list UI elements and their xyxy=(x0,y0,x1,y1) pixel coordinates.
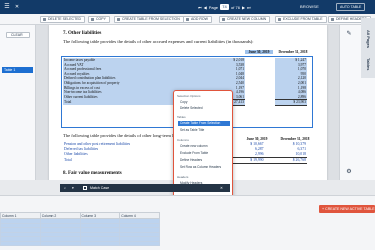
exclude-icon xyxy=(278,18,281,21)
right-tab[interactable]: All Pages Tables xyxy=(361,18,375,78)
delete-selected-label: DELETE SELECTED xyxy=(48,17,82,21)
close-search-icon[interactable]: ✕ xyxy=(220,184,223,192)
grid-row[interactable] xyxy=(0,240,160,246)
table2-col2-header: December 31, 2018 xyxy=(280,137,310,141)
search-icon[interactable]: ⌕ xyxy=(64,184,66,192)
ctx-delete-selected[interactable]: Delete Selected xyxy=(178,106,230,111)
ctx-create-column[interactable]: Create new column xyxy=(178,144,230,149)
headers-icon xyxy=(331,18,334,21)
table1-col1-header: June 30, 2019 xyxy=(245,50,273,54)
page-label: Page xyxy=(208,4,219,10)
ctx-set-table-title[interactable]: Set as Table Title xyxy=(178,128,230,133)
section-heading-8: 8. Fair value measurements xyxy=(63,171,122,176)
section-heading-7: 7. Other liabilities xyxy=(63,31,102,36)
paragraph-other-liabilities: The following table provides the details… xyxy=(63,39,254,44)
toolbar: DELETE SELECTED COPY CREATE TABLE FROM S… xyxy=(0,14,375,25)
row-value-2018: $ 26,768 xyxy=(264,157,307,164)
table-extraction-app: ☰ ✕ ⏮ ◀ Page 74 of 76 ▶ ⏭ BROWSE AUTO TA… xyxy=(0,0,375,250)
ctx-section-tables: Tables xyxy=(177,115,186,119)
ctx-set-row-headers[interactable]: Set Row as Column Headers xyxy=(178,165,230,170)
next-page-icon[interactable]: ▶ xyxy=(242,5,245,10)
settings-icon[interactable]: ⚙ xyxy=(345,168,353,176)
exclude-label: EXCLUDE FROM TABLE xyxy=(283,17,323,21)
add-row-button[interactable]: ADD ROW xyxy=(183,16,212,23)
ctx-section-headers: Headers xyxy=(177,175,189,179)
create-table-button[interactable]: CREATE TABLE FROM SELECTION xyxy=(114,16,184,23)
add-row-icon xyxy=(186,18,189,21)
menu-icon[interactable]: ☰ xyxy=(4,4,10,10)
create-column-label: CREATE NEW COLUMN xyxy=(227,17,267,21)
grid-cell[interactable] xyxy=(119,240,160,246)
create-column-button[interactable]: CREATE NEW COLUMN xyxy=(219,16,271,23)
grid-cell[interactable] xyxy=(79,240,121,246)
column-icon xyxy=(222,18,225,21)
next-result-icon[interactable]: ▾ xyxy=(72,184,74,192)
pin-icon[interactable]: ✎ xyxy=(345,30,353,38)
table1-col2-header: December 31, 2018 xyxy=(278,50,308,54)
table2-col1-header: June 30, 2019 xyxy=(246,137,268,141)
exclude-button[interactable]: EXCLUDE FROM TABLE xyxy=(275,16,327,23)
tables-tab-label[interactable]: Tables xyxy=(366,58,371,70)
left-panel: CLEAR Table 1 xyxy=(0,25,36,180)
create-active-table-label: CREATE NEW ACTIVE TABLE xyxy=(325,207,375,211)
ctx-define-headers[interactable]: Define Headers xyxy=(178,158,230,163)
match-case-checkbox[interactable] xyxy=(83,186,87,190)
top-bar: ☰ ✕ ⏮ ◀ Page 74 of 76 ▶ ⏭ BROWSE AUTO TA… xyxy=(0,0,375,14)
create-active-table-button[interactable]: + CREATE NEW ACTIVE TABLE xyxy=(319,205,375,213)
copy-button[interactable]: COPY xyxy=(88,16,110,23)
copy-label: COPY xyxy=(96,17,106,21)
create-table-label: CREATE TABLE FROM SELECTION xyxy=(122,17,180,21)
page-input[interactable]: 74 xyxy=(220,4,230,10)
table-tag[interactable]: Table 1 xyxy=(2,67,33,73)
delete-selected-button[interactable]: DELETE SELECTED xyxy=(40,16,86,23)
preview-grid[interactable]: Column 1 Column 2 Column 3 Column 4 xyxy=(0,212,160,246)
search-bar: ⌕ ▾ Match Case ✕ xyxy=(60,184,230,192)
close-icon[interactable]: ✕ xyxy=(14,4,20,10)
first-page-icon[interactable]: ⏮ xyxy=(198,5,202,10)
ctx-exclude[interactable]: Exclude From Table xyxy=(178,151,230,156)
page-navigator: ⏮ ◀ Page 74 of 76 ▶ ⏭ xyxy=(198,2,251,12)
grid-cell[interactable] xyxy=(0,240,41,246)
trash-icon xyxy=(43,18,46,21)
last-page-icon[interactable]: ⏭ xyxy=(247,5,251,10)
ctx-section-selection: Selection Options xyxy=(177,94,201,98)
ctx-create-table[interactable]: Create Table From Selection xyxy=(178,121,230,126)
ctx-copy[interactable]: Copy xyxy=(178,100,230,105)
clear-button[interactable]: CLEAR xyxy=(6,32,30,38)
auto-table-button[interactable]: AUTO TABLE xyxy=(336,3,366,11)
match-case-label: Match Case xyxy=(90,186,110,190)
page-total: of 76 xyxy=(231,4,240,10)
grid-cell[interactable] xyxy=(39,240,81,246)
ctx-section-columns: Columns xyxy=(177,138,189,142)
browse-button[interactable]: BROWSE xyxy=(300,4,319,9)
all-pages-tab-label[interactable]: All Pages xyxy=(366,30,371,48)
prev-page-icon[interactable]: ◀ xyxy=(204,5,207,10)
add-row-label: ADD ROW xyxy=(191,17,208,21)
copy-icon xyxy=(91,18,94,21)
table-icon xyxy=(117,18,120,21)
